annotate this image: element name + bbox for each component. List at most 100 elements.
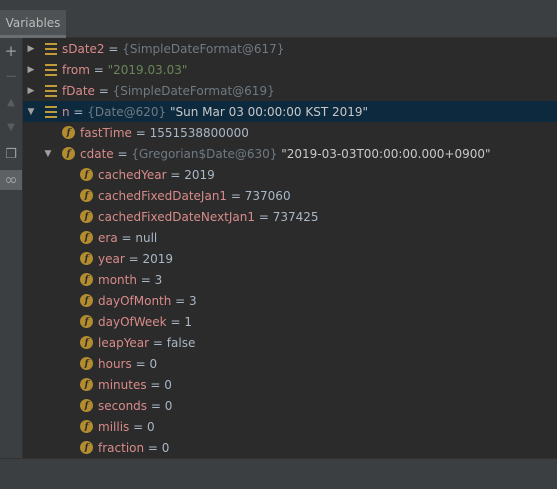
tree-row[interactable]: f minutes = 0 bbox=[23, 374, 557, 395]
variable-ref: {SimpleDateFormat@617} bbox=[122, 41, 285, 56]
variable-value: null bbox=[135, 230, 158, 245]
show-watches-button[interactable]: ∞ bbox=[0, 170, 22, 190]
minus-icon: − bbox=[4, 66, 18, 85]
variable-name: dayOfMonth bbox=[98, 293, 172, 308]
tree-row-selected[interactable]: ▼ n = {Date@620} "Sun Mar 03 00:00:00 KS… bbox=[23, 101, 557, 122]
variables-tree[interactable]: ▶ sDate2 = {SimpleDateFormat@617} ▶ from… bbox=[23, 38, 557, 458]
variable-value: 0 bbox=[164, 398, 173, 413]
variable-value: 3 bbox=[189, 293, 197, 308]
field-icon: f bbox=[80, 441, 93, 454]
tree-row[interactable]: ▶ from = "2019.03.03" bbox=[23, 59, 557, 80]
variable-name: fraction bbox=[98, 440, 145, 455]
tree-row[interactable]: f year = 2019 bbox=[23, 248, 557, 269]
tree-row[interactable]: f month = 3 bbox=[23, 269, 557, 290]
variables-toolbar: + − ▲ ▼ ❐ ∞ bbox=[0, 38, 23, 458]
variable-value: "2019.03.03" bbox=[107, 62, 188, 77]
collapse-arrow-icon[interactable]: ▼ bbox=[26, 107, 36, 117]
variable-value: "2019-03-03T00:00:00.000+0900" bbox=[277, 146, 491, 161]
variable-name: cdate bbox=[80, 146, 114, 161]
tree-row[interactable]: f cachedFixedDateJan1 = 737060 bbox=[23, 185, 557, 206]
expand-arrow-icon[interactable]: ▶ bbox=[26, 86, 36, 96]
variable-value: 1551538800000 bbox=[149, 125, 249, 140]
variable-name: fDate bbox=[62, 83, 95, 98]
tree-row[interactable]: f dayOfWeek = 1 bbox=[23, 311, 557, 332]
variable-ref: {Date@620} bbox=[87, 104, 167, 119]
tree-row[interactable]: f cachedFixedDateNextJan1 = 737425 bbox=[23, 206, 557, 227]
field-icon: f bbox=[80, 252, 93, 265]
variable-ref: {SimpleDateFormat@619} bbox=[112, 83, 275, 98]
tree-row[interactable]: f fraction = 0 bbox=[23, 437, 557, 458]
variable-name: year bbox=[98, 251, 125, 266]
tree-row[interactable]: ▼ f cdate = {Gregorian$Date@630} "2019-0… bbox=[23, 143, 557, 164]
variable-name: hours bbox=[98, 356, 132, 371]
variable-value: 0 bbox=[146, 419, 155, 434]
collapse-arrow-icon[interactable]: ▼ bbox=[43, 149, 53, 159]
field-icon: f bbox=[80, 294, 93, 307]
tab-variables-label: Variables bbox=[5, 15, 61, 30]
variable-name: cachedFixedDateNextJan1 bbox=[98, 209, 256, 224]
field-icon: f bbox=[80, 315, 93, 328]
copy-icon: ❐ bbox=[5, 146, 17, 162]
variable-name: dayOfWeek bbox=[98, 314, 167, 329]
variable-name: cachedFixedDateJan1 bbox=[98, 188, 228, 203]
field-icon: f bbox=[80, 210, 93, 223]
variable-ref: {Gregorian$Date@630} bbox=[131, 146, 278, 161]
tab-variables[interactable]: Variables bbox=[0, 10, 66, 38]
variable-name: era bbox=[98, 230, 118, 245]
field-icon: f bbox=[80, 420, 93, 433]
object-icon bbox=[45, 42, 57, 55]
arrow-up-icon: ▲ bbox=[7, 97, 15, 108]
plus-icon: + bbox=[4, 41, 18, 60]
variable-value: 1 bbox=[184, 314, 192, 329]
tree-row[interactable]: f leapYear = false bbox=[23, 332, 557, 353]
remove-watch-button[interactable]: − bbox=[0, 66, 22, 86]
field-icon: f bbox=[80, 378, 93, 391]
variable-value: 737425 bbox=[272, 209, 319, 224]
status-bar bbox=[0, 458, 557, 489]
variable-value: 2019 bbox=[142, 251, 174, 266]
expand-arrow-icon[interactable]: ▶ bbox=[26, 44, 36, 54]
field-icon: f bbox=[62, 147, 75, 160]
tree-row[interactable]: f cachedYear = 2019 bbox=[23, 164, 557, 185]
tree-row[interactable]: f dayOfMonth = 3 bbox=[23, 290, 557, 311]
object-icon bbox=[45, 105, 57, 118]
variable-name: n bbox=[62, 104, 70, 119]
variable-value: 737060 bbox=[244, 188, 291, 203]
variable-value: 3 bbox=[154, 272, 163, 287]
tree-row[interactable]: f fastTime = 1551538800000 bbox=[23, 122, 557, 143]
field-icon: f bbox=[80, 399, 93, 412]
move-down-button[interactable]: ▼ bbox=[0, 118, 22, 138]
tree-row[interactable]: f seconds = 0 bbox=[23, 395, 557, 416]
copy-button[interactable]: ❐ bbox=[0, 144, 22, 164]
variable-name: leapYear bbox=[98, 335, 150, 350]
variable-name: millis bbox=[98, 419, 130, 434]
move-up-button[interactable]: ▲ bbox=[0, 93, 22, 113]
field-icon: f bbox=[80, 273, 93, 286]
variable-name: month bbox=[98, 272, 137, 287]
tree-row[interactable]: f millis = 0 bbox=[23, 416, 557, 437]
variable-value: false bbox=[166, 335, 196, 350]
field-icon: f bbox=[80, 189, 93, 202]
field-icon: f bbox=[80, 168, 93, 181]
new-watch-button[interactable]: + bbox=[0, 41, 22, 61]
variable-name: sDate2 bbox=[62, 41, 105, 56]
variable-name: fastTime bbox=[80, 125, 132, 140]
variable-name: seconds bbox=[98, 398, 148, 413]
variable-name: cachedYear bbox=[98, 167, 167, 182]
tree-row[interactable]: ▶ sDate2 = {SimpleDateFormat@617} bbox=[23, 38, 557, 59]
field-icon: f bbox=[80, 231, 93, 244]
variable-value: 2019 bbox=[184, 167, 215, 182]
object-icon bbox=[45, 84, 57, 97]
tree-row[interactable]: f era = null bbox=[23, 227, 557, 248]
variable-value: 0 bbox=[161, 440, 170, 455]
field-icon: f bbox=[62, 126, 75, 139]
field-icon: f bbox=[80, 357, 93, 370]
field-icon: f bbox=[80, 336, 93, 349]
variables-panel-header: Variables bbox=[0, 0, 557, 38]
variable-value: 0 bbox=[149, 356, 158, 371]
variable-value: 0 bbox=[164, 377, 172, 392]
variable-name: from bbox=[62, 62, 90, 77]
tree-row[interactable]: f hours = 0 bbox=[23, 353, 557, 374]
expand-arrow-icon[interactable]: ▶ bbox=[26, 65, 36, 75]
tree-row[interactable]: ▶ fDate = {SimpleDateFormat@619} bbox=[23, 80, 557, 101]
